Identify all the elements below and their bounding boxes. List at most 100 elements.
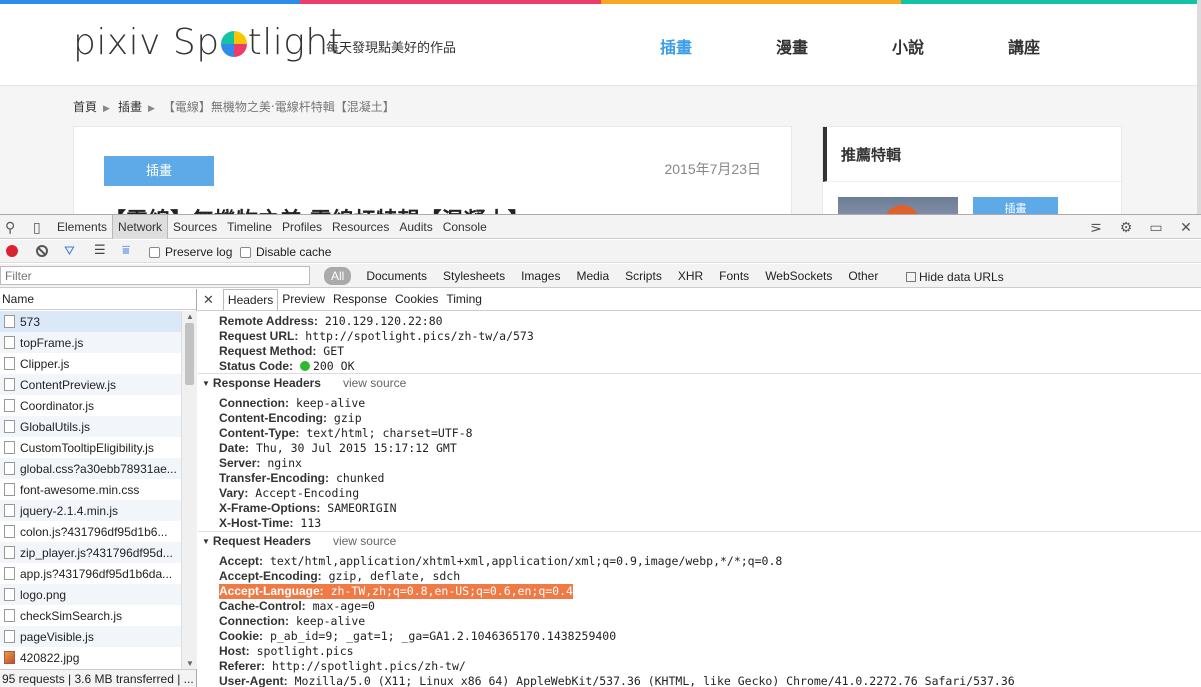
document-file-icon <box>4 609 15 622</box>
request-row[interactable]: Coordinator.js <box>0 395 181 416</box>
tab-cookies[interactable]: Cookies <box>391 289 442 310</box>
nav-item-lecture[interactable]: 講座 <box>1008 34 1124 58</box>
header-name: Date: <box>219 441 250 455</box>
dock-side-icon[interactable]: ▭ <box>1141 219 1171 236</box>
request-row[interactable]: CustomTooltipEligibility.js <box>0 437 181 458</box>
request-row[interactable]: logo.png <box>0 584 181 605</box>
filter-funnel-icon[interactable]: ⛛ <box>64 243 75 259</box>
filter-input[interactable] <box>0 266 310 285</box>
tab-headers[interactable]: Headers <box>222 289 279 310</box>
view-source-link[interactable]: view source <box>333 534 396 548</box>
breadcrumb-category[interactable]: 插畫 <box>118 100 142 114</box>
site-nav: 插畫 漫畫 小說 講座 <box>660 34 1124 58</box>
pixiv-spotlight-logo[interactable]: pixiv Sp tlight <box>73 22 343 63</box>
header-name: Transfer-Encoding: <box>219 471 330 485</box>
tab-console[interactable]: Console <box>438 215 492 239</box>
header-row: Status Code: 200 OK <box>219 359 355 374</box>
collapse-triangle-icon[interactable]: ▼ <box>202 379 210 388</box>
headers-content: Remote Address: 210.129.120.22:80 Request… <box>198 312 1201 687</box>
show-drawer-icon[interactable]: ⋝ <box>1081 219 1111 236</box>
header-row: User-Agent: Mozilla/5.0 (X11; Linux x86_… <box>219 674 1015 687</box>
filter-other[interactable]: Other <box>840 269 886 283</box>
request-row[interactable]: Clipper.js <box>0 353 181 374</box>
request-row[interactable]: checkSimSearch.js <box>0 605 181 626</box>
request-row[interactable]: ContentPreview.js <box>0 374 181 395</box>
preserve-log-checkbox[interactable]: Preserve log <box>149 245 232 259</box>
article-tag[interactable]: 插畫 <box>104 156 214 186</box>
scroll-up-arrow-icon[interactable]: ▲ <box>186 312 194 321</box>
header-value: 113 <box>300 516 322 530</box>
request-name: logo.png <box>20 587 67 602</box>
collapse-triangle-icon[interactable]: ▼ <box>202 537 210 546</box>
clear-icon[interactable] <box>36 245 48 257</box>
details-tabbar: ✕ Headers Preview Response Cookies Timin… <box>198 289 1201 311</box>
tab-timeline[interactable]: Timeline <box>222 215 277 239</box>
tab-resources[interactable]: Resources <box>327 215 394 239</box>
header-name: Host: <box>219 644 250 658</box>
checkbox-box[interactable] <box>149 246 160 258</box>
request-row[interactable]: topFrame.js <box>0 332 181 353</box>
filter-images[interactable]: Images <box>513 269 568 283</box>
record-icon[interactable] <box>6 245 18 257</box>
request-headers-section[interactable]: ▼ Request Headers view source <box>202 534 396 548</box>
page-scrollbar[interactable] <box>1197 0 1201 214</box>
nav-item-manga[interactable]: 漫畫 <box>776 34 892 58</box>
checkbox-box[interactable] <box>240 246 251 258</box>
request-row[interactable]: jquery-2.1.4.min.js <box>0 500 181 521</box>
nav-item-illustration[interactable]: 插畫 <box>660 34 776 58</box>
tab-profiles[interactable]: Profiles <box>277 215 327 239</box>
recommended-tag[interactable]: 插畫 <box>973 197 1058 214</box>
request-row[interactable]: pageVisible.js <box>0 626 181 647</box>
nav-item-novel[interactable]: 小說 <box>892 34 1008 58</box>
hide-data-urls-checkbox[interactable]: Hide data URLs <box>906 270 1004 284</box>
header-name: Content-Encoding: <box>219 411 327 425</box>
header-value: text/html,application/xhtml+xml,applicat… <box>269 554 783 568</box>
request-list-header[interactable]: Name <box>0 289 196 310</box>
filter-xhr[interactable]: XHR <box>670 269 711 283</box>
header-value: SAMEORIGIN <box>327 501 397 515</box>
request-details: ✕ Headers Preview Response Cookies Timin… <box>198 289 1201 687</box>
request-row[interactable]: font-awesome.min.css <box>0 479 181 500</box>
request-row[interactable]: zip_player.js?431796df95d... <box>0 542 181 563</box>
close-details-icon[interactable]: ✕ <box>203 292 214 308</box>
tab-audits[interactable]: Audits <box>394 215 437 239</box>
request-row[interactable]: app.js?431796df95d1b6da... <box>0 563 181 584</box>
request-row[interactable]: 420822.jpg <box>0 647 181 668</box>
tab-network[interactable]: Network <box>112 215 169 239</box>
tab-sources[interactable]: Sources <box>168 215 222 239</box>
disable-cache-checkbox[interactable]: Disable cache <box>240 245 331 259</box>
search-icon[interactable]: ⚲ <box>5 219 15 235</box>
filter-media[interactable]: Media <box>568 269 617 283</box>
request-row[interactable]: GlobalUtils.js <box>0 416 181 437</box>
overview-icon[interactable]: ⩸ <box>122 242 130 258</box>
header-value: http://spotlight.pics/zh-tw/a/573 <box>305 329 534 343</box>
filter-websockets[interactable]: WebSockets <box>757 269 840 283</box>
device-mode-icon[interactable]: ▯ <box>33 219 41 235</box>
filter-scripts[interactable]: Scripts <box>617 269 670 283</box>
response-headers-section[interactable]: ▼ Response Headers view source <box>202 376 406 390</box>
close-icon[interactable]: ✕ <box>1171 219 1201 236</box>
devtools-window-controls: ⋝ ⚙ ▭ ✕ <box>1081 215 1201 239</box>
tab-elements[interactable]: Elements <box>52 215 112 239</box>
request-row[interactable]: colon.js?431796df95d1b6... <box>0 521 181 542</box>
filter-all[interactable]: All <box>324 267 352 285</box>
filter-stylesheets[interactable]: Stylesheets <box>435 269 513 283</box>
request-row[interactable]: global.css?a30ebb78931ae... <box>0 458 181 479</box>
scrollbar-thumb[interactable] <box>185 323 194 385</box>
recommended-thumbnail[interactable] <box>838 197 958 214</box>
large-rows-icon[interactable]: ☰ <box>94 242 106 258</box>
header-row: Content-Encoding: gzip <box>219 411 362 426</box>
breadcrumb-home[interactable]: 首頁 <box>73 100 97 114</box>
tab-timing[interactable]: Timing <box>442 289 486 310</box>
tab-response[interactable]: Response <box>329 289 391 310</box>
request-row[interactable]: 573 <box>0 311 181 332</box>
scroll-down-arrow-icon[interactable]: ▼ <box>186 659 194 668</box>
header-name: Status Code: <box>219 359 294 373</box>
filter-documents[interactable]: Documents <box>358 269 435 283</box>
checkbox-box[interactable] <box>906 272 916 282</box>
view-source-link[interactable]: view source <box>343 376 406 390</box>
request-list-scrollbar[interactable]: ▲ ▼ <box>181 311 197 669</box>
settings-gear-icon[interactable]: ⚙ <box>1111 219 1141 236</box>
filter-fonts[interactable]: Fonts <box>711 269 757 283</box>
tab-preview[interactable]: Preview <box>278 289 329 310</box>
